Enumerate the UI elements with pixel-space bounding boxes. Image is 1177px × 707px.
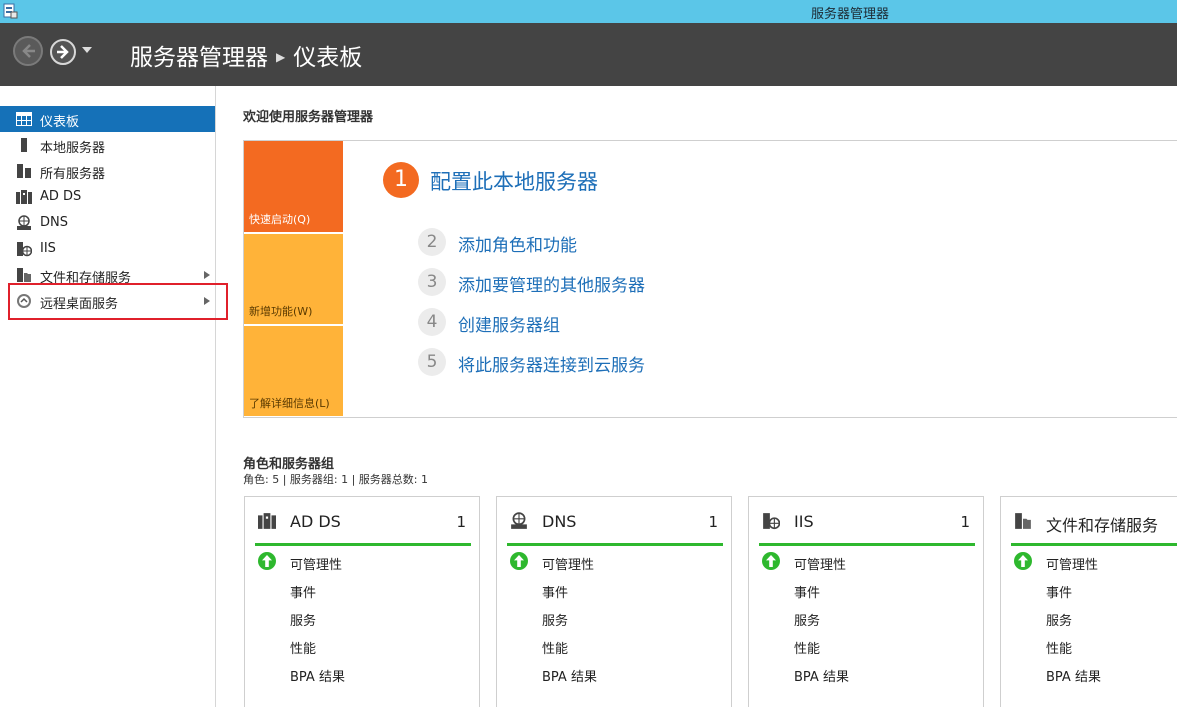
step-connect-cloud-link[interactable]: 将此服务器连接到云服务 xyxy=(458,351,645,376)
step-number: 5 xyxy=(418,348,446,376)
card-row-services[interactable]: 服务 xyxy=(542,610,568,629)
card-row-performance[interactable]: 性能 xyxy=(794,638,820,657)
status-ok-icon xyxy=(762,552,780,570)
step-number: 3 xyxy=(418,268,446,296)
tile-learn-more[interactable]: 了解详细信息(L) xyxy=(244,326,343,416)
expand-arrow-icon[interactable] xyxy=(204,271,210,279)
role-card-dns[interactable]: DNS 1 可管理性 事件 服务 性能 BPA 结果 xyxy=(496,496,732,707)
card-row-events[interactable]: 事件 xyxy=(1046,582,1072,601)
forward-arrow-icon xyxy=(57,45,69,59)
step-configure-local-server-link[interactable]: 配置此本地服务器 xyxy=(430,166,598,196)
card-row-manageability[interactable]: 可管理性 xyxy=(542,554,594,573)
card-row-events[interactable]: 事件 xyxy=(794,582,820,601)
card-title[interactable]: 文件和存储服务 xyxy=(1046,512,1158,536)
dns-icon xyxy=(511,512,527,529)
breadcrumb-separator-icon: ▶ xyxy=(276,50,286,64)
file-storage-icon xyxy=(17,268,31,282)
card-count: 1 xyxy=(708,513,718,531)
card-row-performance[interactable]: 性能 xyxy=(542,638,568,657)
step-number: 2 xyxy=(418,228,446,256)
file-storage-icon xyxy=(1015,513,1031,529)
card-row-services[interactable]: 服务 xyxy=(290,610,316,629)
role-card-file-storage[interactable]: 文件和存储服务 可管理性 事件 服务 性能 BPA 结果 xyxy=(1000,496,1177,707)
card-count: 1 xyxy=(960,513,970,531)
sidebar-item-label: AD DS xyxy=(40,189,82,204)
local-server-icon xyxy=(21,138,27,152)
sidebar-item-label: DNS xyxy=(40,215,68,230)
card-row-bpa[interactable]: BPA 结果 xyxy=(794,666,849,685)
status-bar xyxy=(507,543,723,546)
all-servers-icon xyxy=(17,164,31,178)
status-bar xyxy=(1011,543,1177,546)
sidebar-item-label: 所有服务器 xyxy=(40,167,106,182)
sidebar-item-label: 仪表板 xyxy=(40,115,80,130)
breadcrumb-page: 仪表板 xyxy=(293,45,363,71)
sidebar-item-dashboard[interactable]: 仪表板 xyxy=(0,106,215,132)
step-add-roles-link[interactable]: 添加角色和功能 xyxy=(458,231,577,256)
roles-summary: 角色: 5 | 服务器组: 1 | 服务器总数: 1 xyxy=(243,473,429,486)
card-row-bpa[interactable]: BPA 结果 xyxy=(542,666,597,685)
roles-title: 角色和服务器组 xyxy=(243,457,335,472)
breadcrumb-app[interactable]: 服务器管理器 xyxy=(130,45,268,71)
step-number: 4 xyxy=(418,308,446,336)
card-row-events[interactable]: 事件 xyxy=(290,582,316,601)
dashboard-icon xyxy=(16,112,32,126)
dns-icon xyxy=(17,215,31,230)
status-bar xyxy=(255,543,471,546)
iis-icon xyxy=(763,513,780,530)
tile-quick-start[interactable]: 快速启动(Q) xyxy=(244,141,343,232)
card-row-services[interactable]: 服务 xyxy=(1046,610,1072,629)
card-row-services[interactable]: 服务 xyxy=(794,610,820,629)
history-dropdown-icon[interactable] xyxy=(82,47,92,53)
welcome-title: 欢迎使用服务器管理器 xyxy=(243,110,374,125)
iis-icon xyxy=(17,242,32,257)
card-title[interactable]: IIS xyxy=(794,512,814,531)
card-count: 1 xyxy=(456,513,466,531)
card-row-bpa[interactable]: BPA 结果 xyxy=(1046,666,1101,685)
status-ok-icon xyxy=(258,552,276,570)
card-row-manageability[interactable]: 可管理性 xyxy=(290,554,342,573)
card-row-manageability[interactable]: 可管理性 xyxy=(1046,554,1098,573)
server-manager-app-icon xyxy=(3,3,18,19)
card-row-performance[interactable]: 性能 xyxy=(290,638,316,657)
sidebar-item-label: 本地服务器 xyxy=(40,141,106,156)
sidebar-item-local-server[interactable]: 本地服务器 xyxy=(0,132,215,158)
tile-label: 了解详细信息(L) xyxy=(249,397,330,410)
ad-ds-icon xyxy=(16,190,32,204)
title-bar: 服务器管理器 xyxy=(0,0,1177,23)
status-ok-icon xyxy=(1014,552,1032,570)
forward-button[interactable] xyxy=(50,39,76,65)
step-number: 1 xyxy=(383,162,419,198)
sidebar-item-ad-ds[interactable]: AD DS xyxy=(0,184,215,210)
card-title[interactable]: DNS xyxy=(542,512,576,531)
card-row-bpa[interactable]: BPA 结果 xyxy=(290,666,345,685)
breadcrumb: 服务器管理器 ▶ 仪表板 xyxy=(130,38,362,72)
card-row-events[interactable]: 事件 xyxy=(542,582,568,601)
ad-ds-icon xyxy=(258,513,276,529)
window-title: 服务器管理器 xyxy=(811,7,890,22)
sidebar-item-label: IIS xyxy=(40,241,56,256)
sidebar-item-dns[interactable]: DNS xyxy=(0,210,215,236)
highlight-box xyxy=(8,283,228,320)
card-title[interactable]: AD DS xyxy=(290,512,341,531)
status-ok-icon xyxy=(510,552,528,570)
card-row-manageability[interactable]: 可管理性 xyxy=(794,554,846,573)
role-card-iis[interactable]: IIS 1 可管理性 事件 服务 性能 BPA 结果 xyxy=(748,496,984,707)
back-button[interactable] xyxy=(13,36,43,66)
card-row-performance[interactable]: 性能 xyxy=(1046,638,1072,657)
tile-whats-new[interactable]: 新增功能(W) xyxy=(244,234,343,324)
tile-label: 快速启动(Q) xyxy=(249,213,311,226)
sidebar-item-all-servers[interactable]: 所有服务器 xyxy=(0,158,215,184)
sidebar-item-iis[interactable]: IIS xyxy=(0,236,215,262)
step-create-group-link[interactable]: 创建服务器组 xyxy=(458,311,560,336)
step-add-servers-link[interactable]: 添加要管理的其他服务器 xyxy=(458,271,645,296)
tile-label: 新增功能(W) xyxy=(249,305,313,318)
status-bar xyxy=(759,543,975,546)
back-arrow-icon xyxy=(22,44,35,58)
role-card-ad-ds[interactable]: AD DS 1 可管理性 事件 服务 性能 BPA 结果 xyxy=(244,496,480,707)
